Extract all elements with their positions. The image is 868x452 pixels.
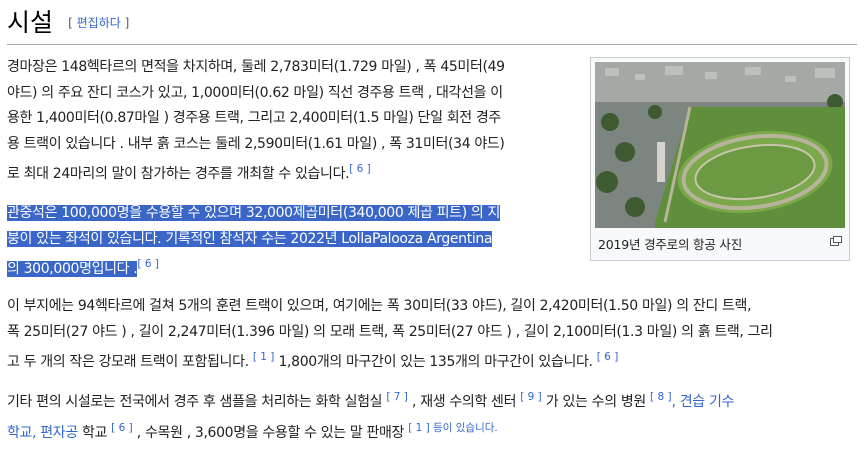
selected-text: 의 300,000명입니다 . bbox=[7, 261, 138, 277]
text-line: 용 트랙이 있습니다 . 내부 흙 코스는 둘레 2,590미터(1.61 마일… bbox=[7, 135, 505, 152]
text-line: 붕이 있는 좌석이 있습니다. 기록적인 참석자 수는 2022년 LollaP… bbox=[7, 227, 577, 253]
reference-link[interactable]: [ 8 ] bbox=[650, 391, 672, 403]
text-line: 기타 편의 시설로는 전국에서 경주 후 샘플을 처리하는 화학 실험실 [ 7… bbox=[7, 385, 857, 416]
reference-link[interactable]: [ 9 ] bbox=[520, 391, 542, 403]
section-title: 시설 bbox=[7, 8, 54, 37]
text-line: 용한 1,400미터(0.87마일 ) 경주용 트랙, 그리고 2,400미터(… bbox=[7, 110, 501, 126]
text-line: 의 300,000명입니다 .[ 6 ] bbox=[7, 252, 577, 283]
reference-link[interactable]: [ 1 ] bbox=[408, 422, 430, 434]
paragraph-amenities: 기타 편의 시설로는 전국에서 경주 후 샘플을 처리하는 화학 실험실 [ 7… bbox=[7, 385, 857, 446]
text-line: 경마장은 148헥타르의 면적을 차지하며, 둘레 2,783미터(1.729 … bbox=[7, 59, 505, 75]
image-caption: 2019년 경주로의 항공 사진 bbox=[598, 237, 743, 252]
selected-text: 붕이 있는 좌석이 있습니다. 기록적인 참석자 수는 2022년 LollaP… bbox=[7, 230, 493, 247]
edit-bracket-open: [ bbox=[68, 16, 73, 30]
text-line: 야드) 의 주요 잔디 코스가 있고, 1,000미터(0.62 마일) 직선 … bbox=[7, 84, 503, 101]
edit-bracket-close: ] bbox=[124, 16, 130, 30]
trailing-link-text[interactable]: 등이 있습니다. bbox=[430, 422, 498, 434]
aerial-photo[interactable] bbox=[595, 62, 845, 228]
text-segment: 가 있는 수의 병원 bbox=[541, 394, 646, 410]
text-segment: 학교 bbox=[77, 424, 108, 441]
paragraph-facilities-track: 경마장은 148헥타르의 면적을 차지하며, 둘레 2,783미터(1.729 … bbox=[7, 55, 577, 188]
section-heading: 시설 [ 편집하다 ] bbox=[7, 4, 857, 45]
enlarge-icon[interactable] bbox=[830, 236, 842, 246]
text-segment: 1,800개의 마구간이 있는 135개의 마구간이 있습니다. bbox=[274, 354, 593, 370]
reference-link[interactable]: [ 6 ] bbox=[111, 422, 133, 434]
text-segment: , 수목원 , 3,600명을 수용할 수 있는 말 판매장 bbox=[132, 424, 405, 441]
text-segment: 로 최대 24마리의 말이 참가하는 경주를 개최할 수 있습니다. bbox=[7, 166, 350, 182]
apprentice-jockey-school-link[interactable]: , 견습 기수 bbox=[672, 394, 735, 410]
image-thumbnail: 2019년 경주로의 항공 사진 bbox=[590, 57, 850, 261]
text-line: 이 부지에는 94헥타르에 걸쳐 5개의 훈련 트랙이 있으며, 여기에는 폭 … bbox=[7, 298, 752, 314]
reference-link[interactable]: [ 6 ] bbox=[137, 258, 159, 270]
edit-section: [ 편집하다 ] bbox=[68, 16, 129, 30]
farrier-link[interactable]: 학교, 편자공 bbox=[7, 425, 78, 441]
paragraph-grandstand: 관중석은 100,000명을 수용할 수 있으며 32,000제곱미터(340,… bbox=[7, 201, 577, 283]
reference-link[interactable]: [ 1 ] bbox=[253, 351, 275, 363]
text-segment: , 재생 수의학 센터 bbox=[407, 394, 517, 410]
text-line: 고 두 개의 작은 강모래 트랙이 포함됩니다. [ 1 ] 1,800개의 마… bbox=[7, 345, 857, 376]
selected-text: 관중석은 100,000명을 수용할 수 있으며 32,000제곱미터(340,… bbox=[7, 205, 501, 221]
text-segment: 고 두 개의 작은 강모래 트랙이 포함됩니다. bbox=[7, 354, 249, 370]
reference-link[interactable]: [ 6 ] bbox=[349, 163, 371, 175]
text-line: 학교, 편자공 학교 [ 6 ] , 수목원 , 3,600명을 수용할 수 있… bbox=[7, 416, 857, 447]
text-line: 관중석은 100,000명을 수용할 수 있으며 32,000제곱미터(340,… bbox=[7, 201, 577, 227]
paragraph-training-tracks: 이 부지에는 94헥타르에 걸쳐 5개의 훈련 트랙이 있으며, 여기에는 폭 … bbox=[7, 294, 857, 376]
edit-section-link[interactable]: 편집하다 bbox=[77, 16, 121, 30]
reference-link[interactable]: [ 7 ] bbox=[386, 391, 408, 403]
text-line: 폭 25미터(27 야드 ) , 길이 2,247미터(1.396 마일) 의 … bbox=[7, 323, 773, 340]
text-line: 로 최대 24마리의 말이 참가하는 경주를 개최할 수 있습니다.[ 6 ] bbox=[7, 157, 577, 188]
reference-link[interactable]: [ 6 ] bbox=[597, 351, 619, 363]
text-segment: 기타 편의 시설로는 전국에서 경주 후 샘플을 처리하는 화학 실험실 bbox=[7, 394, 383, 410]
